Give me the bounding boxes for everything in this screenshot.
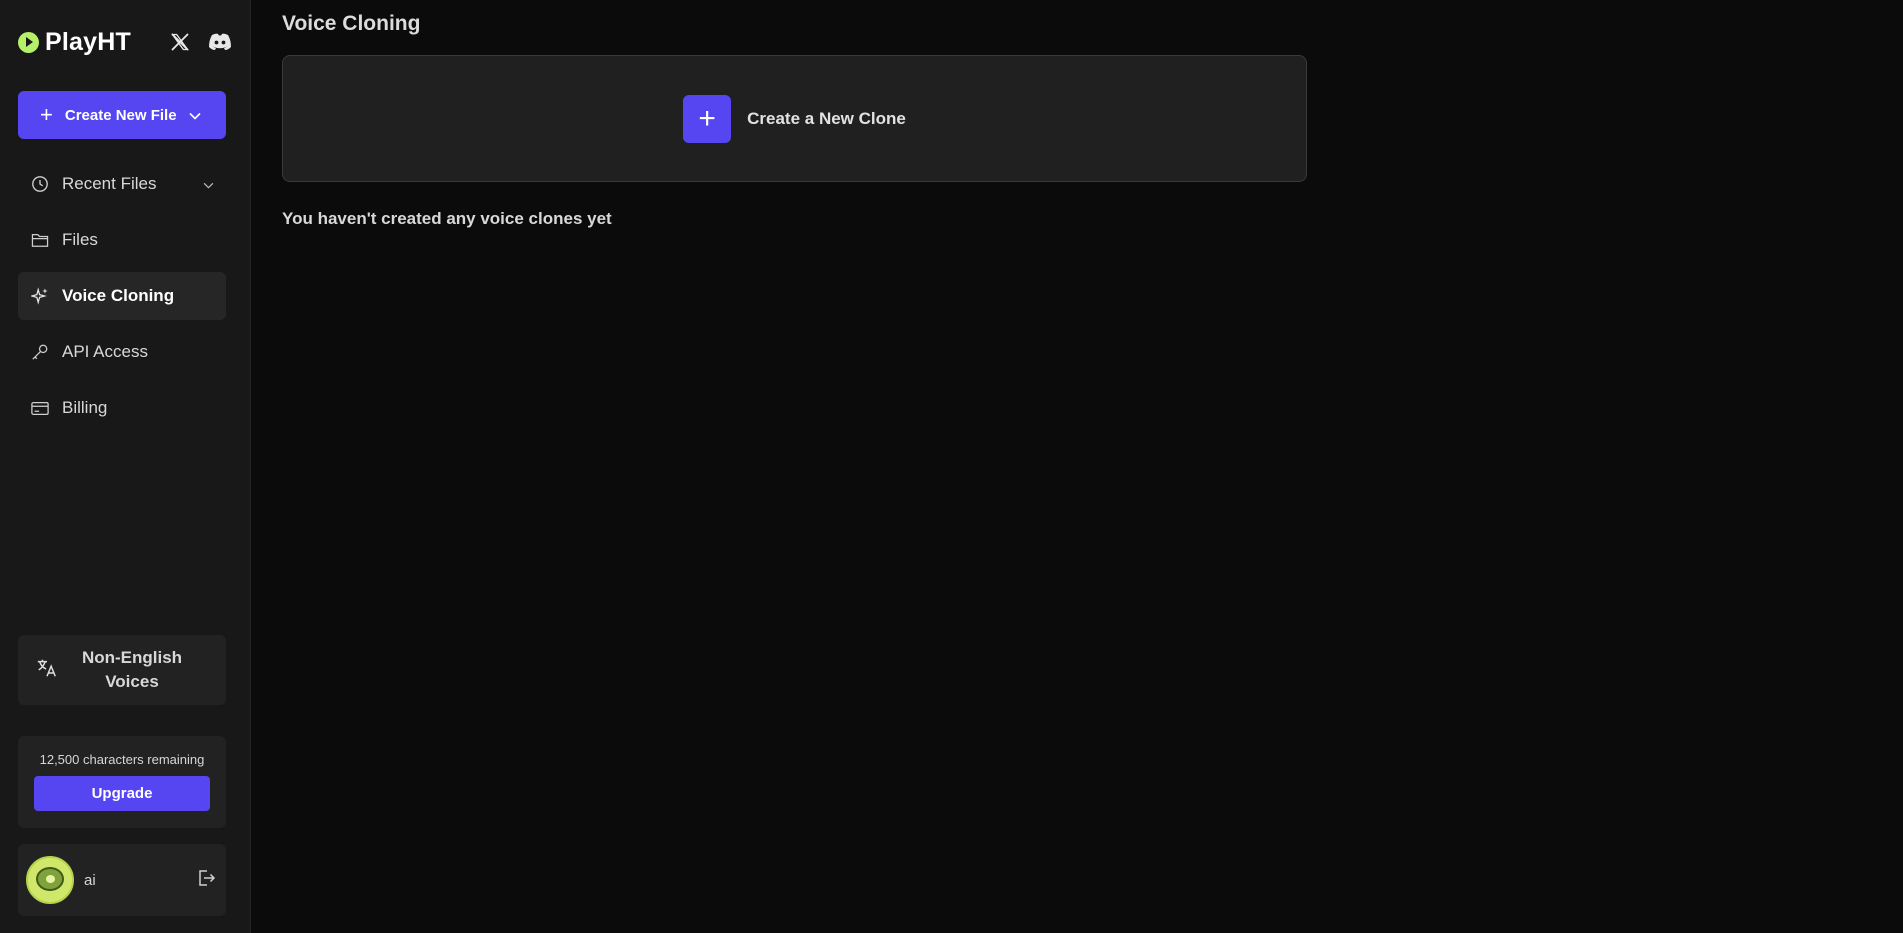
non-english-voices-label: Non-English Voices — [81, 648, 183, 691]
credit-card-icon — [30, 398, 50, 418]
sparkles-icon — [30, 286, 50, 306]
brand-row: PlayHT — [18, 0, 232, 84]
key-icon — [30, 342, 50, 362]
page-title: Voice Cloning — [282, 12, 421, 35]
sidebar-item-billing[interactable]: Billing — [18, 384, 226, 432]
chevron-down-icon — [203, 174, 214, 194]
sidebar-item-files[interactable]: Files — [18, 216, 226, 264]
kiwi-avatar-icon — [36, 867, 64, 891]
plus-icon: + — [683, 94, 732, 143]
user-name: ai — [84, 871, 96, 889]
non-english-voices-button[interactable]: Non-English Voices — [18, 635, 226, 705]
create-new-clone-label: Create a New Clone — [747, 108, 906, 128]
sidebar: PlayHT + Create New File Recent Files Fi… — [0, 0, 251, 933]
avatar[interactable] — [26, 856, 74, 904]
play-logo-icon — [18, 31, 39, 53]
sidebar-item-voice-cloning[interactable]: Voice Cloning — [18, 272, 226, 320]
characters-remaining: 12,500 characters remaining — [39, 752, 205, 767]
brand-name: PlayHT — [45, 27, 131, 56]
create-new-file-label: Create New File — [64, 106, 177, 124]
sidebar-item-label: Recent Files — [62, 174, 157, 193]
create-new-clone-button[interactable]: + Create a New Clone — [282, 55, 1307, 182]
discord-icon[interactable] — [208, 32, 232, 52]
logo[interactable]: PlayHT — [18, 28, 131, 57]
translate-icon — [36, 657, 58, 684]
upgrade-button[interactable]: Upgrade — [34, 776, 210, 811]
create-new-file-button[interactable]: + Create New File — [18, 91, 226, 139]
x-twitter-icon[interactable] — [170, 32, 190, 52]
logout-icon[interactable] — [196, 868, 216, 893]
sidebar-item-label: API Access — [62, 342, 148, 361]
empty-state-message: You haven't created any voice clones yet — [282, 209, 612, 228]
sidebar-item-recent-files[interactable]: Recent Files — [18, 160, 226, 208]
app-root: PlayHT + Create New File Recent Files Fi… — [0, 0, 1903, 933]
clock-icon — [30, 174, 50, 194]
sidebar-item-label: Voice Cloning — [62, 286, 175, 305]
user-panel: ai — [18, 844, 226, 916]
sidebar-nav: Recent Files Files Voice Cloning API Acc… — [18, 160, 232, 432]
sidebar-item-api-access[interactable]: API Access — [18, 328, 226, 376]
plus-icon: + — [40, 102, 53, 127]
usage-panel: 12,500 characters remaining Upgrade — [18, 736, 226, 828]
sidebar-item-label: Billing — [62, 398, 108, 417]
main-content: Voice Cloning + Create a New Clone You h… — [251, 0, 1903, 933]
sidebar-item-label: Files — [62, 230, 98, 249]
social-links — [170, 32, 232, 52]
folder-icon — [30, 230, 50, 250]
chevron-down-icon — [189, 107, 201, 124]
